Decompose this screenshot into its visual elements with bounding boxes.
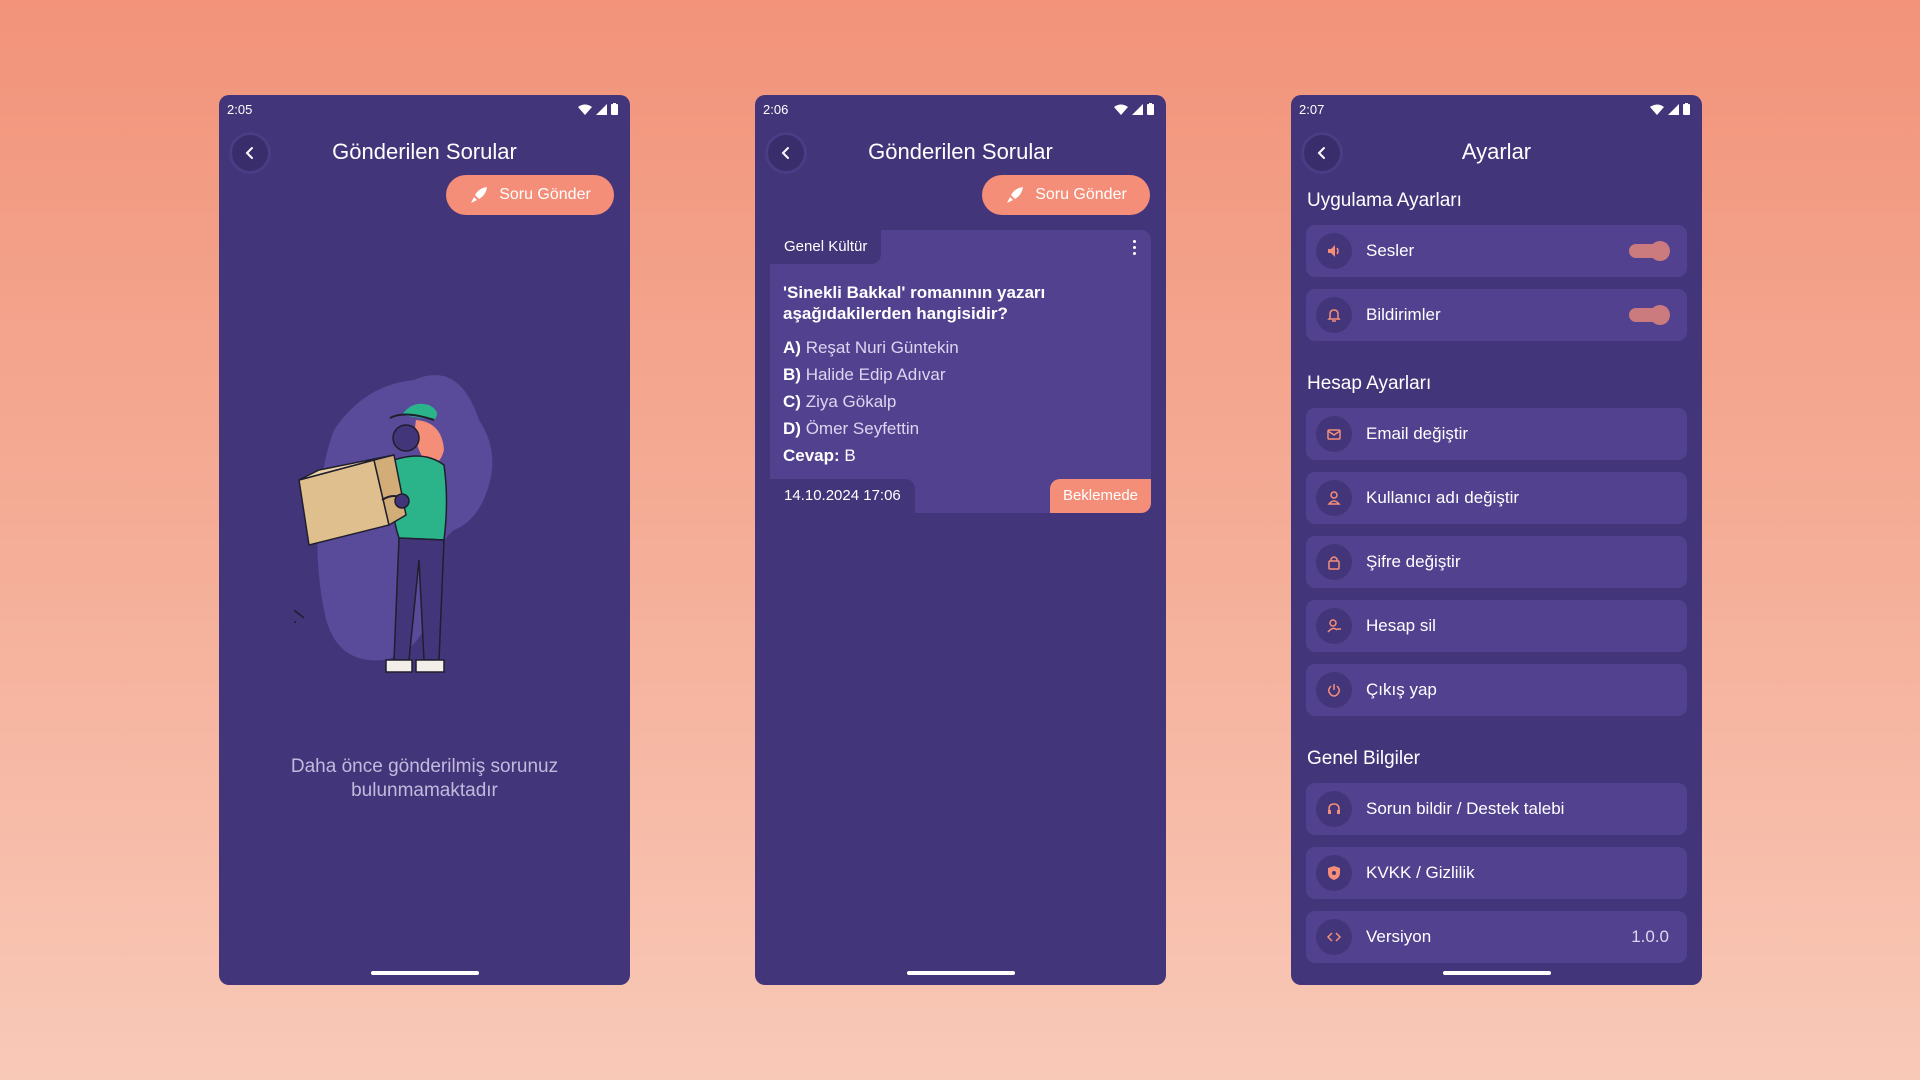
send-question-label: Soru Gönder <box>499 186 591 203</box>
section-title-general-info: Genel Bilgiler <box>1307 748 1420 769</box>
option-b: B) Halide Edip Adıvar <box>783 361 959 388</box>
mail-icon <box>1316 416 1352 452</box>
settings-row-label: Çıkış yap <box>1366 680 1437 699</box>
settings-row-label: Versiyon <box>1366 927 1432 946</box>
answer-value: B <box>844 446 856 465</box>
option-text: Ömer Seyfettin <box>805 419 920 438</box>
status-time: 2:07 <box>1299 102 1325 117</box>
settings-row-label: Hesap sil <box>1366 616 1436 635</box>
answer: Cevap: B <box>783 446 856 466</box>
settings-row-notifications[interactable]: Bildirimler <box>1306 289 1687 341</box>
top-bar: Gönderilen Sorular <box>219 127 630 177</box>
bell-icon <box>1316 297 1352 333</box>
status-icons <box>578 103 618 115</box>
phone-screen-sent-questions-empty: 2:05 Gönderilen Sorular Soru Gönder Daha <box>219 95 630 985</box>
sounds-toggle[interactable] <box>1629 241 1670 261</box>
support-icon <box>1316 791 1352 827</box>
settings-row-version: Versiyon 1.0.0 <box>1306 911 1687 963</box>
battery-icon <box>1147 103 1154 115</box>
user-icon <box>1316 480 1352 516</box>
top-bar: Gönderilen Sorular <box>755 127 1166 177</box>
home-indicator <box>370 971 479 975</box>
notifications-toggle[interactable] <box>1629 305 1670 325</box>
wifi-icon <box>578 104 592 115</box>
delivery-person-illustration <box>294 375 493 673</box>
status-time: 2:05 <box>227 102 253 117</box>
phone-screen-settings: 2:07 Ayarlar Uygulama Ayarları Sesler Bi… <box>1291 95 1702 985</box>
shield-icon <box>1316 855 1352 891</box>
home-indicator <box>906 971 1015 975</box>
version-value: 1.0.0 <box>1631 927 1669 946</box>
battery-icon <box>1683 103 1690 115</box>
status-badge: Beklemede <box>1049 479 1151 513</box>
lock-icon <box>1316 544 1352 580</box>
option-d: D) Ömer Seyfettin <box>783 415 959 442</box>
settings-row-delete-account[interactable]: Hesap sil <box>1306 600 1687 652</box>
question-options: A) Reşat Nuri Güntekin B) Halide Edip Ad… <box>783 334 959 442</box>
settings-row-label: Email değiştir <box>1366 424 1469 443</box>
code-icon <box>1316 919 1352 955</box>
battery-icon <box>611 103 618 115</box>
status-icons <box>1114 103 1154 115</box>
status-bar: 2:05 <box>227 99 618 121</box>
status-bar: 2:07 <box>1299 99 1690 121</box>
settings-row-change-password[interactable]: Şifre değiştir <box>1306 536 1687 588</box>
section-title-app-settings: Uygulama Ayarları <box>1307 190 1462 211</box>
option-key: D) <box>783 419 801 438</box>
option-key: C) <box>783 392 801 411</box>
status-time: 2:06 <box>763 102 789 117</box>
speaker-icon <box>1316 233 1352 269</box>
settings-row-sounds[interactable]: Sesler <box>1306 225 1687 277</box>
option-a: A) Reşat Nuri Güntekin <box>783 334 959 361</box>
page-title: Gönderilen Sorular <box>332 139 517 164</box>
page-title: Ayarlar <box>1461 139 1532 164</box>
wifi-icon <box>1650 104 1664 115</box>
settings-row-change-email[interactable]: Email değiştir <box>1306 408 1687 460</box>
wifi-icon <box>1114 104 1128 115</box>
question-card[interactable]: Genel Kültür 'Sinekli Bakkal' romanının … <box>770 230 1151 513</box>
status-bar: 2:06 <box>763 99 1154 121</box>
question-text: 'Sinekli Bakkal' romanının yazarı aşağıd… <box>783 283 1046 323</box>
user-remove-icon <box>1316 608 1352 644</box>
signal-icon <box>596 103 607 115</box>
answer-label: Cevap: <box>783 446 840 465</box>
home-indicator <box>1442 971 1551 975</box>
question-category: Genel Kültür <box>770 230 882 264</box>
page-title: Gönderilen Sorular <box>868 139 1053 164</box>
section-title-account-settings: Hesap Ayarları <box>1307 373 1432 394</box>
settings-row-label: Şifre değiştir <box>1366 552 1461 571</box>
settings-row-label: Sesler <box>1366 241 1415 260</box>
option-c: C) Ziya Gökalp <box>783 388 959 415</box>
status-icons <box>1650 103 1690 115</box>
option-key: A) <box>783 338 801 357</box>
settings-row-label: Kullanıcı adı değiştir <box>1366 488 1520 507</box>
settings-row-label: Sorun bildir / Destek talebi <box>1366 799 1565 818</box>
settings-row-report-issue[interactable]: Sorun bildir / Destek talebi <box>1306 783 1687 835</box>
option-text: Reşat Nuri Güntekin <box>805 338 959 357</box>
top-bar: Ayarlar <box>1291 127 1702 177</box>
signal-icon <box>1668 103 1679 115</box>
option-key: B) <box>783 365 801 384</box>
question-date: 14.10.2024 17:06 <box>770 479 915 513</box>
more-options-icon[interactable] <box>1133 240 1137 258</box>
send-question-label: Soru Gönder <box>1035 186 1127 203</box>
rocket-icon <box>471 187 488 203</box>
empty-state-message: Daha önce gönderilmiş sorunuz bulunmamak… <box>290 756 559 801</box>
phone-screen-sent-questions-list: 2:06 Gönderilen Sorular Soru Gönder Gene… <box>755 95 1166 985</box>
power-icon <box>1316 672 1352 708</box>
settings-row-label: KVKK / Gizlilik <box>1366 863 1475 882</box>
settings-row-label: Bildirimler <box>1366 305 1441 324</box>
option-text: Ziya Gökalp <box>805 392 897 411</box>
send-question-button[interactable]: Soru Gönder <box>446 175 614 215</box>
send-question-button[interactable]: Soru Gönder <box>982 175 1150 215</box>
settings-row-logout[interactable]: Çıkış yap <box>1306 664 1687 716</box>
option-text: Halide Edip Adıvar <box>805 365 946 384</box>
settings-row-privacy[interactable]: KVKK / Gizlilik <box>1306 847 1687 899</box>
signal-icon <box>1132 103 1143 115</box>
rocket-icon <box>1007 187 1024 203</box>
settings-row-change-username[interactable]: Kullanıcı adı değiştir <box>1306 472 1687 524</box>
